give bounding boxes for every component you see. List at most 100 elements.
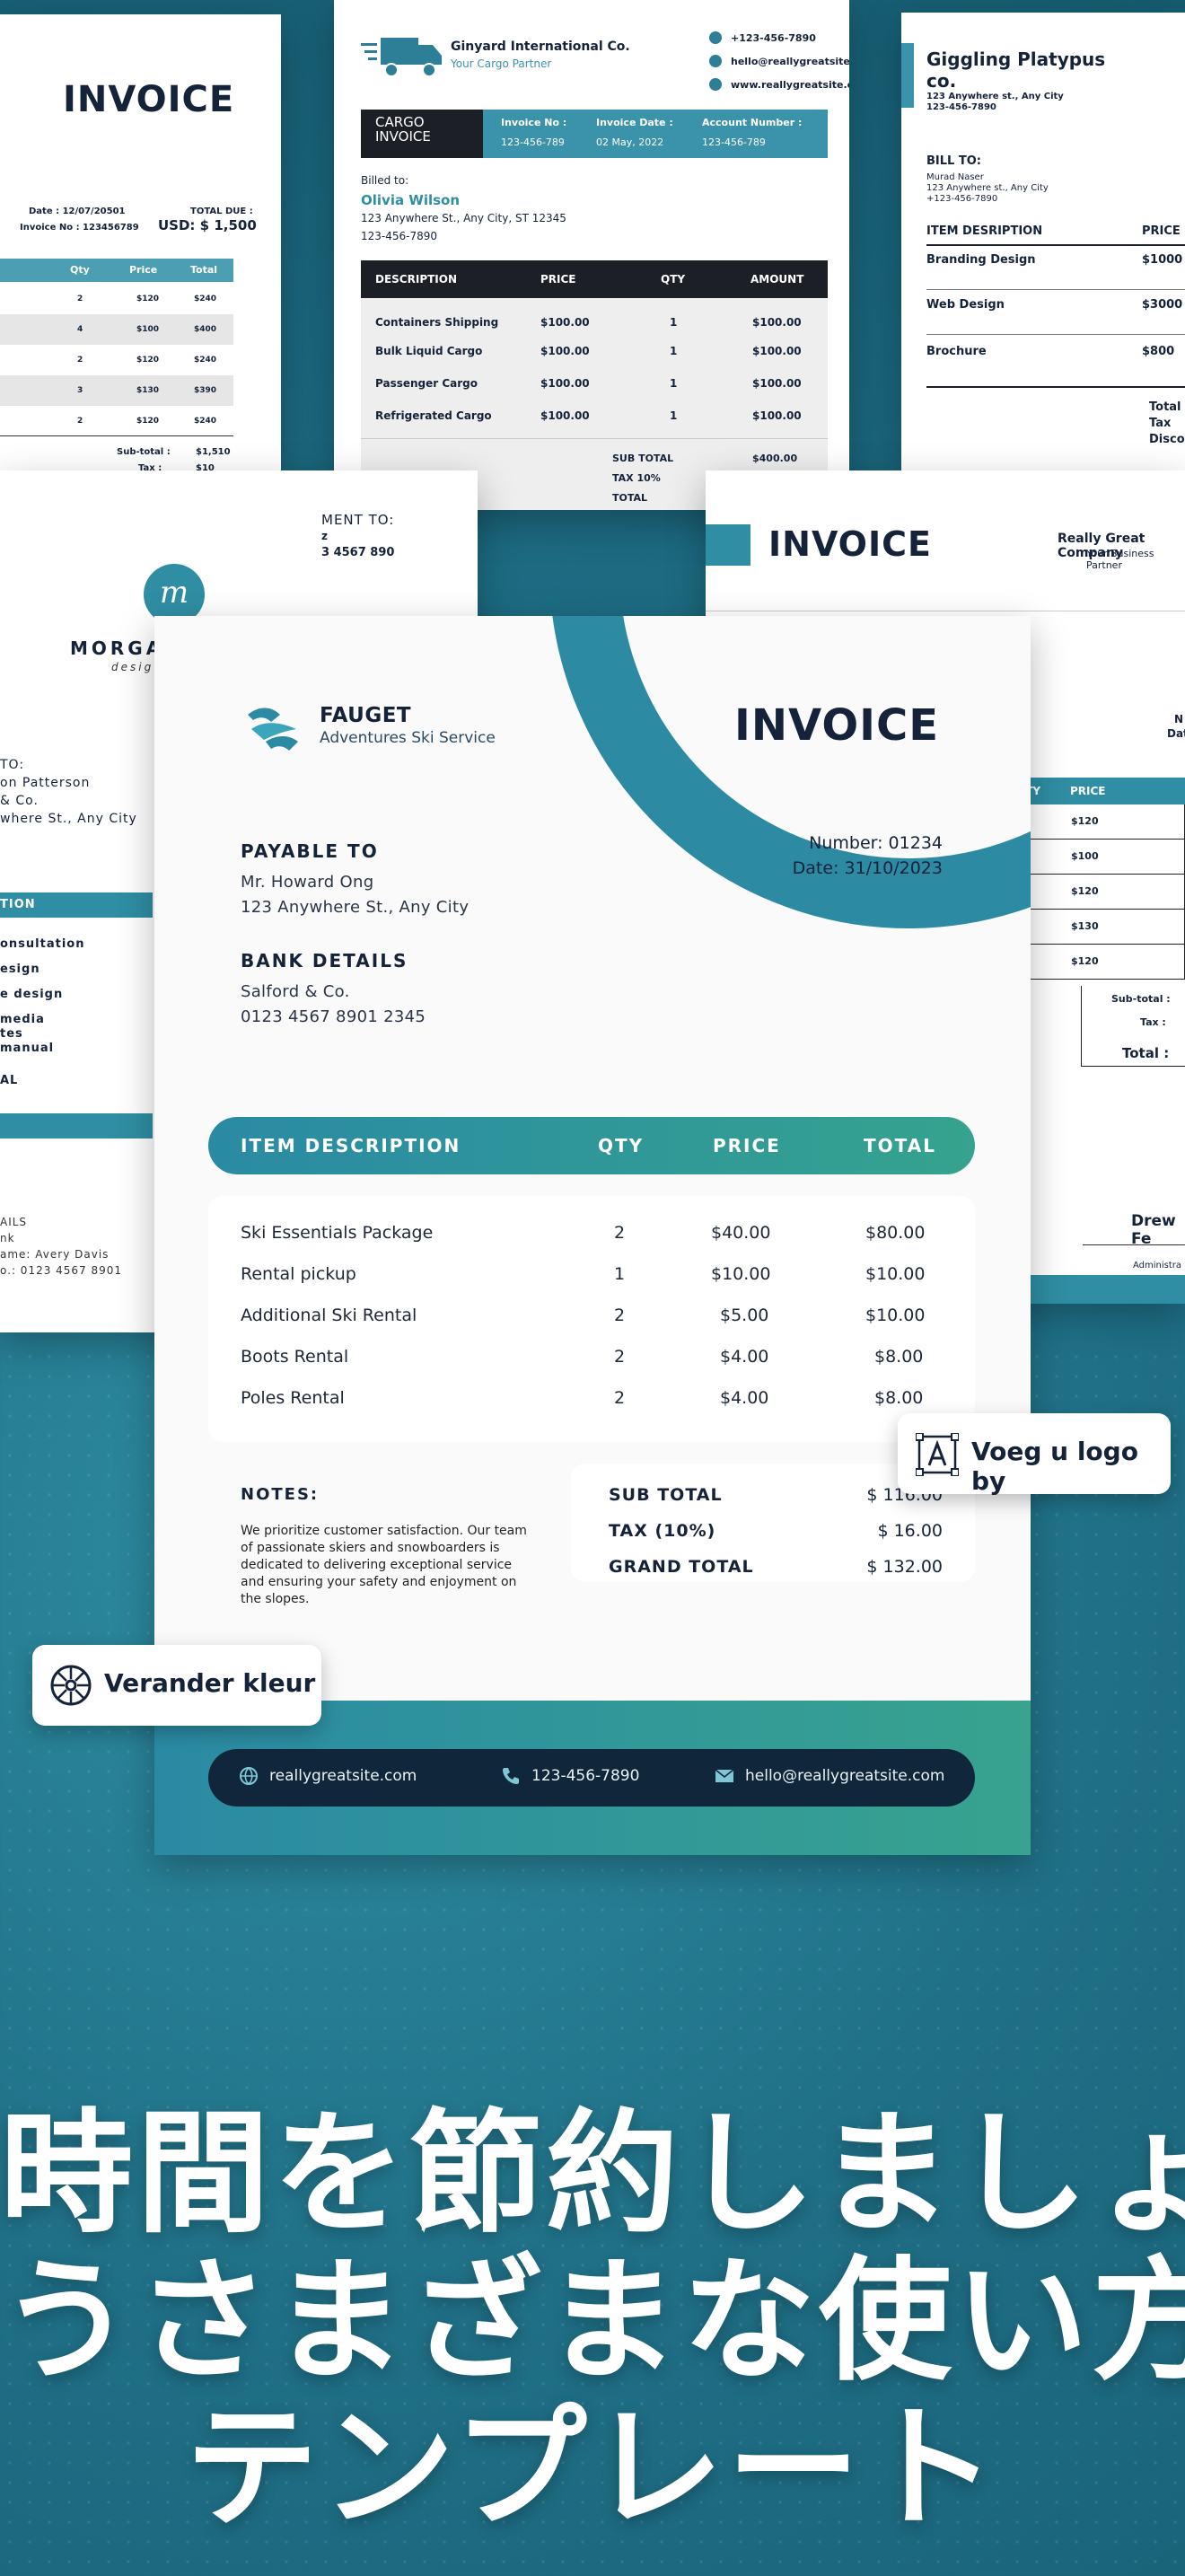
- card5-meta-number: N: [1174, 713, 1184, 725]
- card2-billed-label: Billed to:: [361, 174, 409, 187]
- card4-bank-account-name: ame: Avery Davis: [0, 1248, 110, 1261]
- table-row: 2 $120 $240: [77, 295, 217, 303]
- grand-total-value: $ 132.00: [866, 1557, 943, 1577]
- tax-value: $ 16.00: [877, 1521, 943, 1541]
- card4-item: media: [0, 1013, 45, 1026]
- card5-signature: Drew Fe: [1131, 1212, 1176, 1248]
- card3-item-price: $3000: [1142, 298, 1183, 312]
- card5-total: Total :: [1122, 1045, 1170, 1061]
- email-icon: [715, 1769, 734, 1782]
- card4-to-name: on Patterson: [0, 776, 91, 790]
- table-row: 4 $100 $400: [0, 314, 233, 345]
- card3-address: 123 Anywhere st., Any City 123-456-7890: [926, 92, 1064, 112]
- card3-row-rule: [926, 289, 1185, 290]
- card1-col-price: Price: [129, 264, 158, 276]
- notes-text: We prioritize customer satisfaction. Our…: [241, 1524, 527, 1606]
- add-logo-badge[interactable]: Voeg u logo by: [898, 1413, 1171, 1496]
- payable-heading: PAYABLE TO: [241, 840, 379, 862]
- truck-icon: [361, 38, 442, 77]
- globe-icon: [709, 78, 722, 91]
- card2-company: Ginyard International Co.: [451, 40, 630, 54]
- table-row: 3$130: [1016, 910, 1185, 945]
- card3-col-desc: ITEM DESRIPTION: [926, 224, 1043, 238]
- change-color-badge[interactable]: Verander kleur: [32, 1645, 321, 1726]
- card5-signature-role: Administra: [1133, 1261, 1182, 1270]
- card3-row-rule: [926, 334, 1185, 335]
- card2-divider: [361, 438, 828, 439]
- card4-item: manual: [0, 1042, 55, 1055]
- card5-meta-date: Dat: [1167, 727, 1185, 740]
- card3-discount: Discou: [1149, 433, 1185, 446]
- bank-heading: BANK DETAILS: [241, 950, 408, 971]
- card3-bill-addr: 123 Anywhere st., Any City: [926, 183, 1049, 193]
- payable-name: Mr. Howard Ong: [241, 873, 374, 892]
- table-row: 3 $130 $390: [0, 375, 233, 406]
- brand-name: FAUGET: [320, 704, 412, 727]
- card1-total-due-label: TOTAL DUE :: [190, 207, 253, 216]
- card3-total: Total: [1149, 400, 1181, 414]
- phone-icon: [503, 1768, 519, 1784]
- card5-accent-bar: [706, 524, 750, 566]
- card4-table-header: TION: [0, 892, 153, 918]
- card1-col-qty: Qty: [70, 264, 90, 276]
- card4-item: tes: [0, 1027, 23, 1041]
- card2-site: www.reallygreatsite.com: [709, 78, 849, 91]
- change-color-label: Verander kleur: [104, 1668, 316, 1698]
- card2-table-header: DESCRIPTION PRICE QTY AMOUNT: [361, 260, 828, 298]
- invoice-title: INVOICE: [734, 700, 940, 751]
- card4-item: esign: [0, 963, 40, 976]
- card5-signature-line: [1083, 1244, 1185, 1245]
- fauget-logo-icon: [248, 708, 298, 751]
- template-card-cargo-invoice[interactable]: Ginyard International Co. Your Cargo Par…: [334, 0, 849, 510]
- card5-table-header: QTY PRICE: [1016, 778, 1185, 804]
- payable-address: 123 Anywhere St., Any City: [241, 898, 470, 917]
- table-row: 2$120: [1016, 804, 1185, 840]
- table-row: 4$100: [1016, 840, 1185, 875]
- globe-icon: [240, 1767, 258, 1786]
- bank-name: Salford & Co.: [241, 982, 350, 1001]
- add-logo-label: Voeg u logo by: [971, 1437, 1138, 1496]
- card4-item: e design: [0, 988, 64, 1001]
- card1-table-header: Qty Price Total: [0, 259, 233, 282]
- card1-subtotal-label: Sub-total :: [117, 447, 171, 457]
- subtotal-label: SUB TOTAL: [609, 1485, 723, 1505]
- card3-company: Giggling Platypus co.: [926, 48, 1106, 92]
- footer-phone[interactable]: 123-456-7890: [531, 1767, 639, 1785]
- card2-cargo-label: CARGO INVOICE: [361, 110, 483, 158]
- card4-item: onsultation: [0, 937, 85, 951]
- card4-payment-to: MENT TO:: [321, 512, 395, 528]
- bank-account: 0123 4567 8901 2345: [241, 1007, 426, 1026]
- card3-header-rule: [926, 244, 1185, 246]
- card2-bill-phone: 123-456-7890: [361, 230, 438, 242]
- card3-item-price: $800: [1142, 345, 1175, 358]
- color-wheel-icon: [50, 1665, 92, 1706]
- card3-item-desc: Brochure: [926, 345, 987, 358]
- footer-website[interactable]: reallygreatsite.com: [269, 1767, 417, 1785]
- brand-subtitle: Adventures Ski Service: [320, 729, 496, 747]
- card4-bank-account-no: o.: 0123 4567 8901: [0, 1264, 123, 1277]
- footer-email[interactable]: hello@reallygreatsite.com: [745, 1767, 944, 1785]
- contact-bar: reallygreatsite.com 123-456-7890 hello@r…: [208, 1749, 975, 1807]
- grand-total-label: GRAND TOTAL: [609, 1557, 754, 1577]
- invoice-number: Number: 01234: [809, 833, 943, 853]
- col-qty: QTY: [598, 1135, 645, 1156]
- card3-bill-name: Murad Naser: [926, 172, 984, 182]
- table-row: 2$120: [1016, 945, 1185, 980]
- decorative-ring: [549, 616, 1031, 928]
- text-logo-icon: [916, 1433, 959, 1476]
- card1-invoice-no: Invoice No : 123456789: [20, 223, 139, 233]
- items-table-body: Ski Essentials Package 2 $40.00 $80.00 Rent…: [208, 1196, 975, 1442]
- card4-total: AL: [0, 1074, 19, 1087]
- card3-bill-to: BILL TO:: [926, 154, 981, 168]
- phone-icon: [709, 31, 722, 44]
- invoice-date: Date: 31/10/2023: [792, 858, 943, 878]
- card3-item-desc: Branding Design: [926, 253, 1036, 267]
- card5-company-sub: Your Business Partner: [1086, 548, 1154, 571]
- card3-accent-bar: [901, 43, 914, 108]
- template-card-platypus[interactable]: Giggling Platypus co. 123 Anywhere st., …: [901, 13, 1185, 470]
- template-card-invoice-1[interactable]: INVOICE Date : 12/07/20501 Invoice No : …: [0, 14, 281, 472]
- card3-tax: Tax: [1149, 417, 1172, 430]
- table-row: 2 $120 $240: [0, 406, 233, 436]
- card2-tagline: Your Cargo Partner: [451, 57, 552, 70]
- notes-heading: NOTES:: [241, 1485, 320, 1504]
